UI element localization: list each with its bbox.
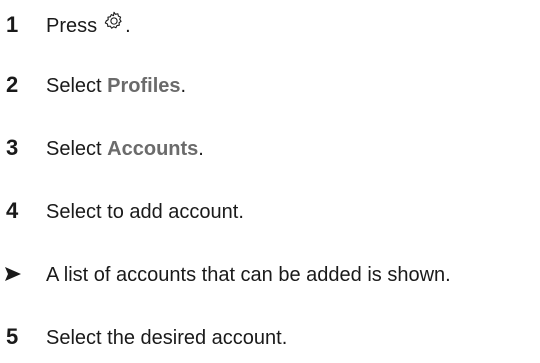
ui-term-profiles: Profiles (107, 75, 181, 97)
step-text: A list of accounts that can be added is … (46, 264, 451, 286)
step-number: 1 (6, 12, 19, 37)
step-5: 5 Select the desired account. (0, 325, 287, 350)
step-2: 2 Select Profiles . (0, 73, 186, 98)
step-text-suffix: . (125, 15, 131, 37)
step-text-prefix: Select (46, 138, 108, 160)
step-text-prefix: Select (46, 75, 108, 97)
step-text: Select Accounts . (46, 137, 204, 161)
step-number: 4 (6, 198, 19, 223)
instruction-steps: 1 Press . 2 Select Profiles . 3 Select A… (0, 0, 540, 363)
step-text: Select to add account. (46, 201, 244, 223)
step-text-suffix: . (180, 75, 187, 97)
step-text: Select the desired account. (46, 327, 288, 349)
step-text: Press . (46, 10, 131, 38)
ui-term-accounts: Accounts (107, 138, 199, 160)
step-text-prefix: Press (46, 15, 98, 37)
step-4: 4 Select to add account. (0, 199, 244, 224)
step-1: 1 Press . (0, 10, 131, 38)
step-text: Select Profiles . (46, 74, 186, 98)
step-3: 3 Select Accounts . (0, 136, 204, 161)
step-number: 5 (6, 324, 19, 349)
step-result: > A list of accounts that can be added i… (0, 262, 451, 287)
step-text-suffix: . (198, 138, 204, 160)
result-arrow-icon: > (0, 262, 46, 286)
settings-gear-icon (103, 10, 125, 32)
step-number: 2 (6, 72, 19, 97)
step-number: 3 (6, 135, 19, 160)
